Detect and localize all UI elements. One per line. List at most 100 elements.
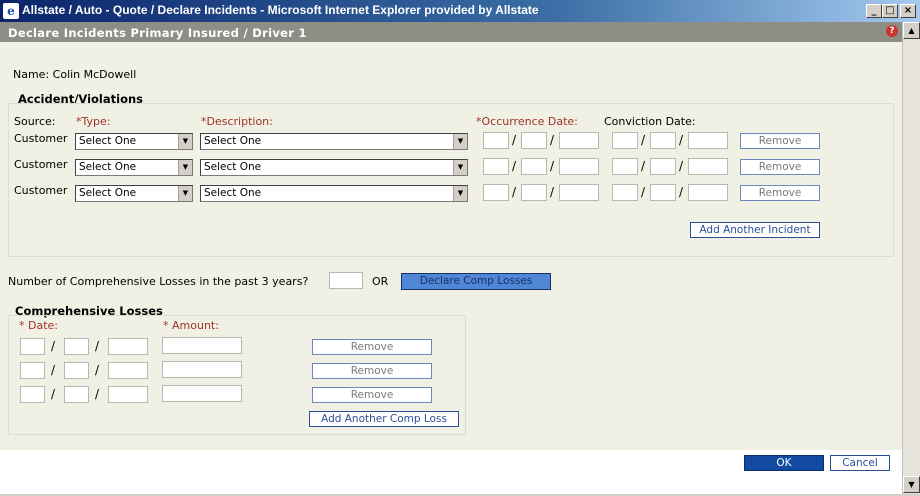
- dialog-title: Declare Incidents Primary Insured / Driv…: [8, 26, 307, 40]
- remove-incident-button[interactable]: Remove: [740, 185, 820, 201]
- comp-losses-count-input[interactable]: [329, 272, 363, 289]
- comp-amount-input[interactable]: [162, 361, 242, 378]
- occurrence-year-input[interactable]: [559, 184, 599, 201]
- date-separator: /: [95, 339, 100, 353]
- date-separator: /: [51, 339, 56, 353]
- comp-amount-input[interactable]: [162, 385, 242, 402]
- scroll-up-icon[interactable]: ▲: [903, 22, 920, 39]
- occurrence-day-input[interactable]: [521, 184, 547, 201]
- or-text: OR: [372, 275, 389, 288]
- incident-type-select[interactable]: Select One ▼: [75, 133, 193, 150]
- internet-explorer-icon: e: [3, 3, 19, 19]
- conviction-day-input[interactable]: [650, 158, 676, 175]
- occurrence-month-input[interactable]: [483, 184, 509, 201]
- add-another-incident-button[interactable]: Add Another Incident: [690, 222, 820, 238]
- occurrence-month-input[interactable]: [483, 158, 509, 175]
- date-separator: /: [550, 185, 555, 199]
- declare-comp-losses-button[interactable]: Declare Comp Losses: [401, 273, 551, 290]
- dropdown-arrow-icon: ▼: [453, 186, 467, 201]
- comp-year-input[interactable]: [108, 386, 148, 403]
- dialog-header: Declare Incidents Primary Insured / Driv…: [0, 22, 902, 42]
- conviction-year-input[interactable]: [688, 184, 728, 201]
- remove-incident-button[interactable]: Remove: [740, 133, 820, 149]
- remove-comp-loss-button[interactable]: Remove: [312, 363, 432, 379]
- ok-button[interactable]: OK: [744, 455, 824, 471]
- incident-description-select[interactable]: Select One ▼: [200, 185, 468, 202]
- maximize-button[interactable]: □: [882, 4, 898, 18]
- date-separator: /: [641, 133, 646, 147]
- minimize-button[interactable]: _: [866, 4, 882, 18]
- comp-day-input[interactable]: [64, 338, 89, 355]
- comp-month-input[interactable]: [20, 386, 45, 403]
- incident-type-value: Select One: [79, 135, 137, 147]
- description-header: *Description:: [201, 115, 273, 128]
- date-separator: /: [51, 363, 56, 377]
- date-separator: /: [95, 363, 100, 377]
- add-another-comp-loss-button[interactable]: Add Another Comp Loss: [309, 411, 459, 427]
- incident-description-value: Select One: [204, 187, 262, 199]
- incident-description-value: Select One: [204, 135, 262, 147]
- cancel-button[interactable]: Cancel: [830, 455, 890, 471]
- occurrence-day-input[interactable]: [521, 158, 547, 175]
- incident-description-select[interactable]: Select One ▼: [200, 159, 468, 176]
- conviction-year-input[interactable]: [688, 158, 728, 175]
- conviction-month-input[interactable]: [612, 132, 638, 149]
- date-separator: /: [679, 159, 684, 173]
- dropdown-arrow-icon: ▼: [178, 160, 192, 175]
- date-separator: /: [550, 159, 555, 173]
- remove-comp-loss-button[interactable]: Remove: [312, 339, 432, 355]
- incident-type-value: Select One: [79, 187, 137, 199]
- date-separator: /: [512, 133, 517, 147]
- date-separator: /: [51, 387, 56, 401]
- source-header: Source:: [14, 115, 56, 128]
- dialog-content: Name: Colin McDowell Accident/Violations…: [0, 42, 902, 450]
- occurrence-year-input[interactable]: [559, 132, 599, 149]
- dropdown-arrow-icon: ▼: [453, 160, 467, 175]
- remove-incident-button[interactable]: Remove: [740, 159, 820, 175]
- incident-type-value: Select One: [79, 161, 137, 173]
- dropdown-arrow-icon: ▼: [453, 134, 467, 149]
- remove-comp-loss-button[interactable]: Remove: [312, 387, 432, 403]
- incident-description-select[interactable]: Select One ▼: [200, 133, 468, 150]
- date-separator: /: [550, 133, 555, 147]
- conviction-day-input[interactable]: [650, 184, 676, 201]
- comp-amount-input[interactable]: [162, 337, 242, 354]
- conviction-month-input[interactable]: [612, 158, 638, 175]
- comp-day-input[interactable]: [64, 362, 89, 379]
- type-header: *Type:: [76, 115, 111, 128]
- conviction-day-input[interactable]: [650, 132, 676, 149]
- comp-day-input[interactable]: [64, 386, 89, 403]
- comp-year-input[interactable]: [108, 362, 148, 379]
- comp-month-input[interactable]: [20, 338, 45, 355]
- incident-source: Customer: [14, 184, 68, 197]
- close-window-button[interactable]: ×: [900, 4, 916, 18]
- date-separator: /: [641, 159, 646, 173]
- incident-source: Customer: [14, 158, 68, 171]
- dropdown-arrow-icon: ▼: [178, 134, 192, 149]
- conviction-year-input[interactable]: [688, 132, 728, 149]
- occurrence-day-input[interactable]: [521, 132, 547, 149]
- dropdown-arrow-icon: ▼: [178, 186, 192, 201]
- comp-amount-header: * Amount:: [163, 319, 219, 332]
- vertical-scrollbar[interactable]: ▲ ▼: [902, 22, 920, 494]
- window-title: Allstate / Auto - Quote / Declare Incide…: [22, 3, 539, 17]
- incident-type-select[interactable]: Select One ▼: [75, 185, 193, 202]
- incident-type-select[interactable]: Select One ▼: [75, 159, 193, 176]
- comp-month-input[interactable]: [20, 362, 45, 379]
- comp-losses-question: Number of Comprehensive Losses in the pa…: [8, 275, 309, 288]
- date-separator: /: [641, 185, 646, 199]
- date-separator: /: [95, 387, 100, 401]
- occurrence-month-input[interactable]: [483, 132, 509, 149]
- date-separator: /: [512, 185, 517, 199]
- help-icon[interactable]: ?: [886, 25, 898, 37]
- window-title-bar[interactable]: e Allstate / Auto - Quote / Declare Inci…: [0, 0, 920, 22]
- incident-source: Customer: [14, 132, 68, 145]
- scroll-down-icon[interactable]: ▼: [903, 476, 920, 493]
- dialog-footer: OK Cancel: [0, 450, 902, 494]
- occurrence-year-input[interactable]: [559, 158, 599, 175]
- conviction-month-input[interactable]: [612, 184, 638, 201]
- date-separator: /: [512, 159, 517, 173]
- comp-year-input[interactable]: [108, 338, 148, 355]
- date-separator: /: [679, 133, 684, 147]
- occurrence-date-header: *Occurrence Date:: [476, 115, 578, 128]
